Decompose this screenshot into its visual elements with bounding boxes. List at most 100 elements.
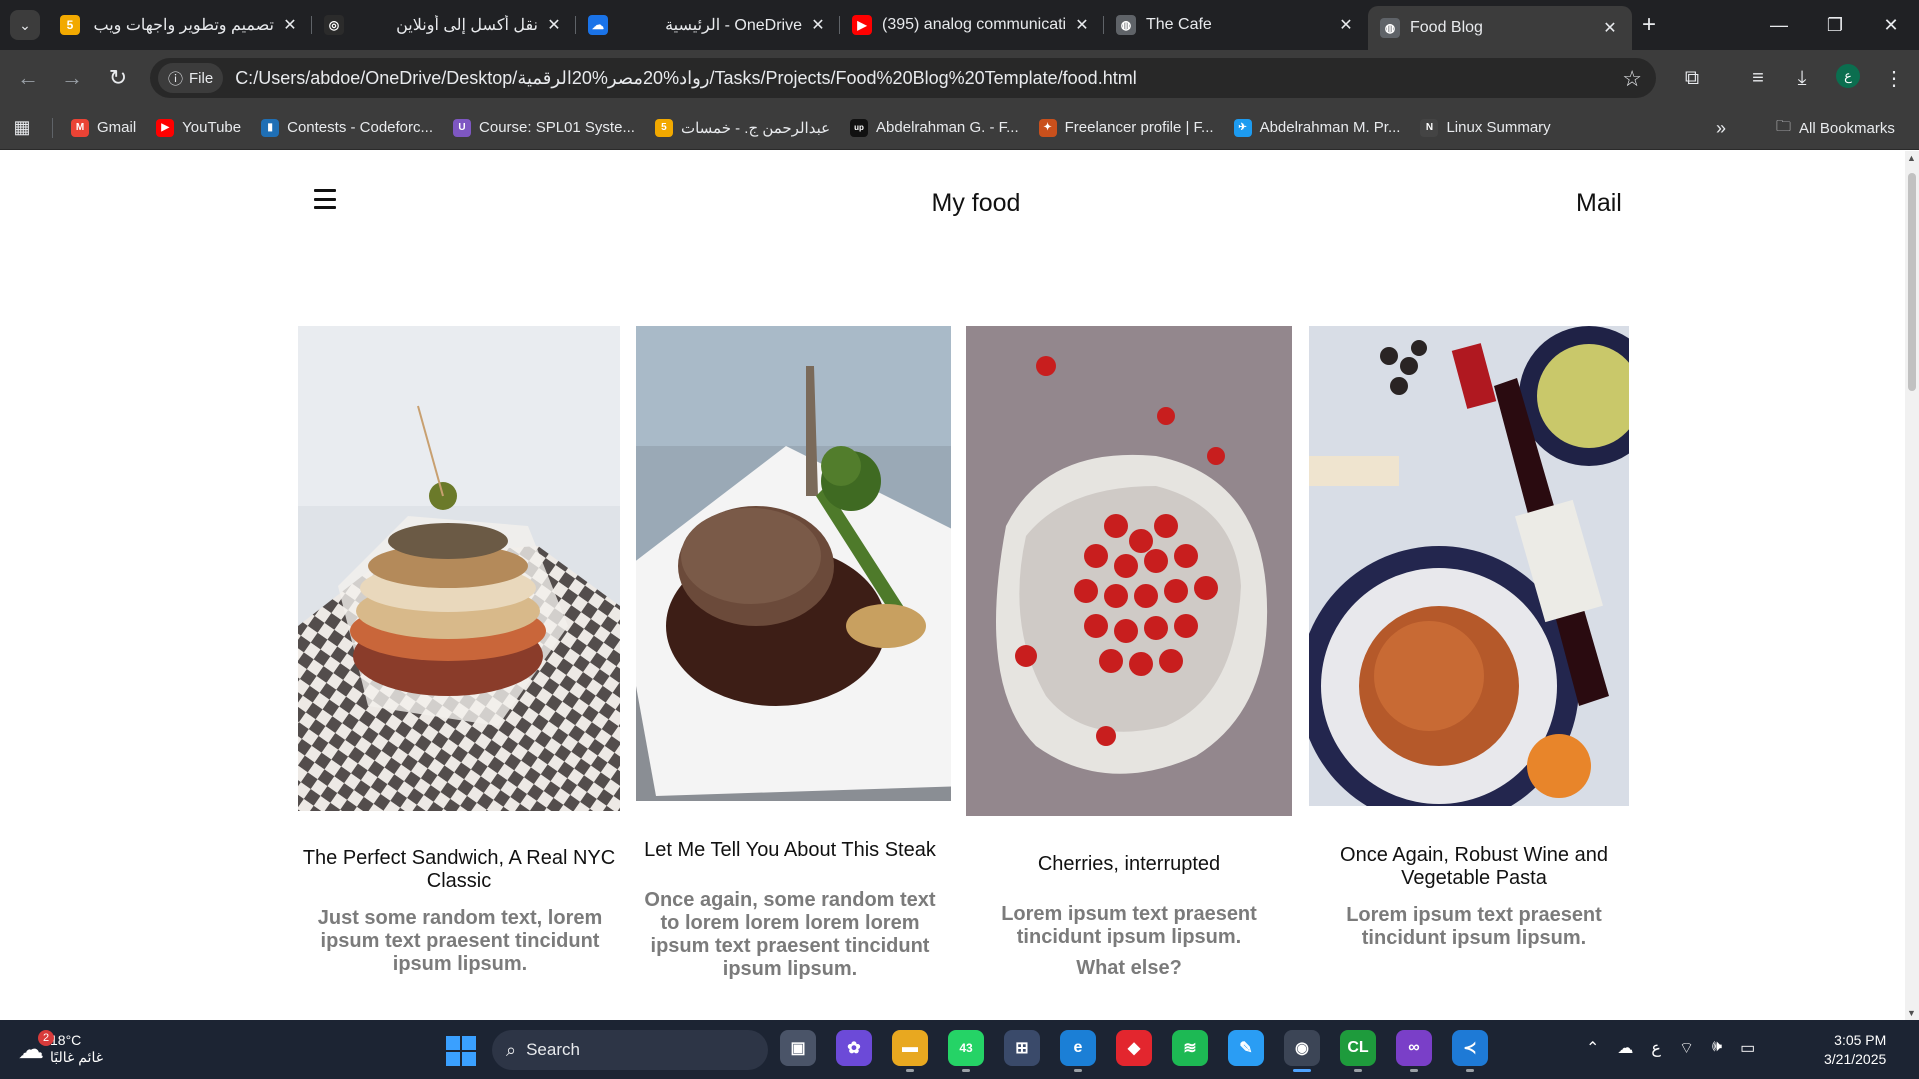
folder-icon: 🗀 <box>1776 118 1792 135</box>
edge-icon[interactable]: e <box>1060 1030 1096 1072</box>
tab-close-icon[interactable]: ✕ <box>1072 15 1092 35</box>
tab-0[interactable]: 5 تصميم وتطوير واجهات ويب ✕ <box>48 6 312 44</box>
bookmark-course[interactable]: U Course: SPL01 Syste... <box>443 118 645 137</box>
close-window-icon[interactable]: ✕ <box>1863 0 1919 50</box>
clock[interactable]: 3:05 PM 3/21/2025 <box>1824 1031 1886 1069</box>
card-heading[interactable]: Cherries, interrupted <box>966 853 1292 876</box>
tab-favicon-icon: ◍ <box>1380 18 1400 38</box>
gmail-icon: M <box>71 118 89 137</box>
media-control-icon[interactable]: ≡ <box>1744 64 1772 92</box>
system-tray: ⌃ ☁ ع ⌔ 🕪 ▭ <box>1586 1038 1755 1058</box>
tab-2[interactable]: ☁ OneDrive - الرئيسية ✕ <box>576 6 840 44</box>
pasta-wine-photo[interactable] <box>1309 326 1629 806</box>
tab-favicon-icon: 5 <box>60 15 80 35</box>
bookmark-star-icon[interactable]: ☆ <box>1622 66 1642 92</box>
reload-icon[interactable]: ↻ <box>104 64 132 92</box>
windows-start-icon[interactable] <box>446 1036 476 1066</box>
tab-search-button[interactable]: ⌄ <box>10 10 40 40</box>
extensions-icon[interactable]: ⧉ <box>1678 64 1706 92</box>
bookmark-freelancer[interactable]: ✦ Freelancer profile | F... <box>1029 118 1224 137</box>
bookmark-khamsat[interactable]: 5 عبدالرحمن ج. - خمسات <box>645 118 840 137</box>
wifi-icon[interactable]: ⌔ <box>1679 1038 1694 1058</box>
whatsapp-icon[interactable]: 43 <box>948 1030 984 1072</box>
restore-icon[interactable]: ❐ <box>1807 0 1863 50</box>
tab-close-icon[interactable]: ✕ <box>808 15 828 35</box>
volume-icon[interactable]: 🕪 <box>1712 1038 1722 1058</box>
bookmark-codeforces[interactable]: ▮ Contests - Codeforc... <box>251 118 443 137</box>
chrome-icon[interactable]: ◉ <box>1284 1030 1320 1072</box>
notion-icon: N <box>1420 118 1439 137</box>
microsoft-store-icon[interactable]: ⊞ <box>1004 1030 1040 1066</box>
file-explorer-icon[interactable]: ▬ <box>892 1030 928 1072</box>
sandwich-photo[interactable] <box>298 326 620 811</box>
course-icon: U <box>453 118 472 137</box>
page-scrollbar[interactable]: ▲ ▼ <box>1905 151 1919 1020</box>
visual-studio-icon[interactable]: ∞ <box>1396 1030 1432 1072</box>
menu-kebab-icon[interactable]: ⋮ <box>1880 64 1908 92</box>
tab-4[interactable]: ◍ The Cafe ✕ <box>1104 6 1368 44</box>
task-view-icon[interactable]: ▣ <box>780 1030 816 1066</box>
url-text[interactable]: C:/Users/abdoe/OneDrive/Desktop/رواد%20م… <box>235 68 1137 89</box>
card-heading[interactable]: Let Me Tell You About This Steak <box>625 839 955 862</box>
food-card-sandwich: The Perfect Sandwich, A Real NYC Classic… <box>289 151 620 1020</box>
clion-icon[interactable]: CL <box>1340 1030 1376 1072</box>
clock-time: 3:05 PM <box>1834 1032 1887 1048</box>
notification-badge: 2 <box>38 1030 54 1046</box>
tab-3[interactable]: ▶ (395) analog communicatic ✕ <box>840 6 1104 44</box>
download-icon[interactable]: ⤓ <box>1788 64 1816 92</box>
bookmark-upwork[interactable]: up Abdelrahman G. - F... <box>840 118 1029 137</box>
card-heading[interactable]: The Perfect Sandwich, A Real NYC Classic <box>289 847 629 893</box>
taskbar-search[interactable]: ⌕ Search <box>492 1030 768 1070</box>
tab-1[interactable]: ◎ نقل أكسل إلى أونلاين ✕ <box>312 6 576 44</box>
forward-arrow-icon[interactable]: → <box>58 64 86 92</box>
apps-grid-icon[interactable]: ▦ <box>0 106 44 150</box>
anydesk-icon[interactable]: ◆ <box>1116 1030 1152 1066</box>
tab-close-icon[interactable]: ✕ <box>1336 15 1356 35</box>
tab-favicon-icon: ◍ <box>1116 15 1136 35</box>
tab-favicon-icon: ☁ <box>588 15 608 35</box>
steak-photo[interactable] <box>636 326 951 801</box>
more-bookmarks-chevron-icon[interactable]: » <box>1716 118 1726 139</box>
tab-close-icon[interactable]: ✕ <box>544 15 564 35</box>
bookmark-linux-summary[interactable]: N Linux Summary <box>1410 118 1560 137</box>
scrollbar-thumb[interactable] <box>1908 173 1916 391</box>
card-heading[interactable]: Once Again, Robust Wine and Vegetable Pa… <box>1306 844 1642 890</box>
scroll-up-icon[interactable]: ▲ <box>1907 153 1916 163</box>
weather-widget[interactable]: ☁ 2 18°C غائم غالبًا <box>18 1030 104 1066</box>
tab-5-active[interactable]: ◍ Food Blog ✕ <box>1368 6 1632 50</box>
minimize-icon[interactable]: — <box>1751 0 1807 50</box>
tab-title: Food Blog <box>1410 19 1483 36</box>
tab-title: The Cafe <box>1146 16 1212 33</box>
bookmark-youtube[interactable]: ▶ YouTube <box>146 118 251 137</box>
battery-icon[interactable]: ▭ <box>1740 1038 1755 1058</box>
weather-desc: غائم غالبًا <box>50 1049 104 1065</box>
tab-close-icon[interactable]: ✕ <box>280 15 300 35</box>
bookmarks-bar: ▦ M Gmail ▶ YouTube ▮ Contests - Codeforc..… <box>0 106 1919 150</box>
window-controls: — ❐ ✕ <box>1751 0 1919 50</box>
food-card-pasta: Once Again, Robust Wine and Vegetable Pa… <box>1306 151 1642 1020</box>
cherries-photo[interactable] <box>966 326 1292 816</box>
card-text: Lorem ipsum text praesent tincidunt ipsu… <box>1346 904 1602 949</box>
spotify-icon[interactable]: ≋ <box>1172 1030 1208 1066</box>
card-extra-text: What else? <box>1076 957 1182 979</box>
address-bar[interactable]: ⓘ File C:/Users/abdoe/OneDrive/Desktop/ر… <box>150 58 1656 98</box>
scroll-down-icon[interactable]: ▼ <box>1907 1008 1916 1018</box>
profile-avatar[interactable]: ع <box>1836 64 1860 88</box>
vscode-icon[interactable]: ≺ <box>1452 1030 1488 1072</box>
onedrive-icon[interactable]: ☁ <box>1617 1038 1633 1058</box>
chevron-up-icon[interactable]: ⌃ <box>1586 1038 1599 1058</box>
weather-temp: 18°C <box>50 1032 82 1048</box>
bookmark-gmail[interactable]: M Gmail <box>61 118 146 137</box>
new-tab-button[interactable]: + <box>1632 6 1666 44</box>
bookmark-profile[interactable]: ✈ Abdelrahman M. Pr... <box>1224 118 1411 137</box>
tab-close-icon[interactable]: ✕ <box>1600 18 1620 38</box>
app-icon[interactable]: ✎ <box>1228 1030 1264 1066</box>
tab-title: تصميم وتطوير واجهات ويب <box>93 17 274 34</box>
browser-tab-strip: ⌄ 5 تصميم وتطوير واجهات ويب ✕ ◎ نقل أكسل… <box>0 0 1919 50</box>
back-arrow-icon[interactable]: ← <box>14 64 42 92</box>
card-text: Just some random text, lorem ipsum text … <box>317 907 603 975</box>
language-indicator[interactable]: ع <box>1651 1038 1661 1058</box>
site-info-chip[interactable]: ⓘ File <box>158 63 224 93</box>
copilot-icon[interactable]: ✿ <box>836 1030 872 1066</box>
all-bookmarks-button[interactable]: 🗀 All Bookmarks <box>1776 116 1895 141</box>
